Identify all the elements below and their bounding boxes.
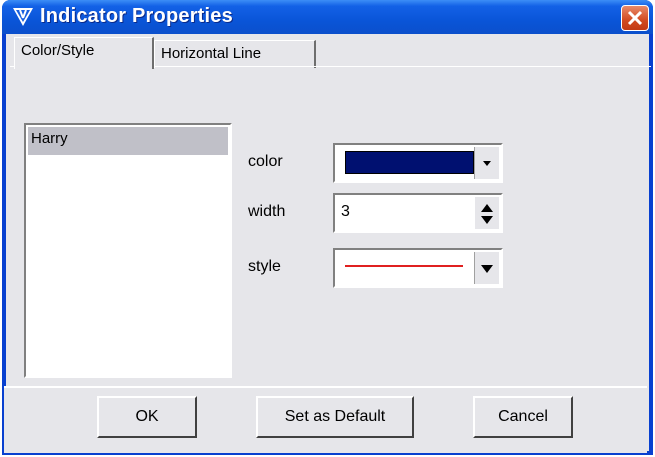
tab-label: Horizontal Line bbox=[161, 45, 262, 62]
window-title: Indicator Properties bbox=[40, 5, 233, 27]
color-label: color bbox=[248, 153, 283, 170]
width-label: width bbox=[248, 203, 286, 220]
indicator-list[interactable]: Harry bbox=[24, 123, 232, 378]
chevron-down-icon bbox=[483, 161, 491, 166]
color-swatch bbox=[345, 151, 474, 174]
cancel-button[interactable]: Cancel bbox=[473, 396, 573, 438]
ok-button[interactable]: OK bbox=[97, 396, 197, 438]
spinner-buttons[interactable] bbox=[475, 197, 499, 229]
title-bar[interactable]: Indicator Properties bbox=[2, 0, 653, 34]
close-button[interactable] bbox=[621, 5, 649, 31]
chevron-down-icon bbox=[481, 265, 493, 273]
color-dropdown[interactable] bbox=[333, 143, 503, 183]
width-input[interactable]: 3 bbox=[341, 203, 350, 221]
tab-color-style[interactable]: Color/Style bbox=[14, 37, 154, 69]
tab-horizontal-line[interactable]: Horizontal Line bbox=[154, 40, 316, 68]
set-as-default-button[interactable]: Set as Default bbox=[256, 396, 414, 438]
line-style-sample bbox=[345, 265, 463, 267]
width-spinner[interactable]: 3 bbox=[333, 193, 503, 233]
close-icon bbox=[627, 10, 643, 26]
dropdown-arrow-button[interactable] bbox=[474, 147, 499, 179]
style-dropdown[interactable] bbox=[333, 248, 503, 288]
style-label: style bbox=[248, 258, 281, 275]
list-item[interactable]: Harry bbox=[28, 127, 228, 155]
spin-arrows-icon bbox=[481, 204, 493, 224]
tab-label: Color/Style bbox=[21, 42, 95, 59]
app-logo-icon bbox=[12, 6, 34, 28]
dropdown-arrow-button[interactable] bbox=[474, 252, 499, 284]
